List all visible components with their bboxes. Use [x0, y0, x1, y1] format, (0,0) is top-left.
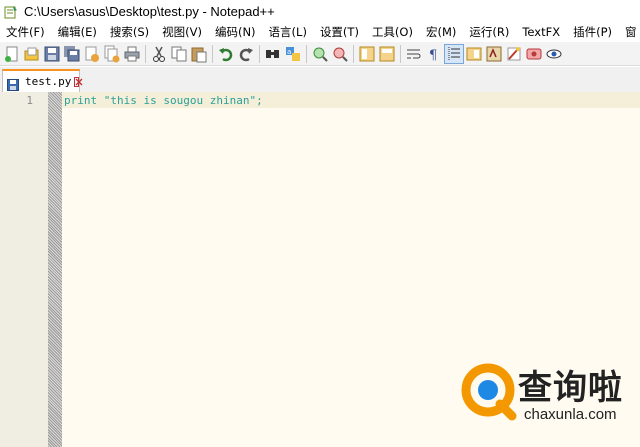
- code-keyword: print: [64, 94, 98, 107]
- sync-horizontal-icon[interactable]: [378, 45, 396, 63]
- menu-window[interactable]: 窗: [619, 22, 640, 42]
- menu-textfx[interactable]: TextFX: [516, 22, 567, 42]
- close-icon[interactable]: [83, 45, 101, 63]
- undo-icon[interactable]: [217, 45, 235, 63]
- line-number: 1: [26, 94, 33, 107]
- doc-map-icon[interactable]: [465, 45, 483, 63]
- menu-language[interactable]: 语言(L): [263, 22, 314, 42]
- save-all-icon[interactable]: [63, 45, 81, 63]
- zoom-in-icon[interactable]: [311, 45, 329, 63]
- folder-workspace-icon[interactable]: [505, 45, 523, 63]
- menu-tools[interactable]: 工具(O): [366, 22, 420, 42]
- toolbar-separator: [212, 44, 213, 63]
- tab-test-py[interactable]: test.py: [2, 69, 83, 92]
- svg-text:¶: ¶: [429, 48, 437, 63]
- watermark: 查询啦 chaxunla.com: [458, 352, 628, 432]
- notepadpp-icon[interactable]: [4, 4, 18, 19]
- watermark-text: 查询啦: [518, 368, 623, 408]
- toolbar-separator: [259, 44, 260, 63]
- tab-bar: test.py: [0, 67, 640, 92]
- save-status-icon: [7, 76, 19, 91]
- replace-icon[interactable]: a: [284, 45, 302, 63]
- code-terminator: ;: [256, 94, 263, 107]
- function-list-icon[interactable]: [485, 45, 503, 63]
- new-file-icon[interactable]: [3, 45, 21, 63]
- title-bar: C:\Users\asus\Desktop\test.py - Notepad+…: [0, 0, 640, 22]
- print-icon[interactable]: [123, 45, 141, 63]
- fold-margin[interactable]: [48, 92, 62, 447]
- cut-icon[interactable]: [150, 45, 168, 63]
- menu-encoding[interactable]: 编码(N): [209, 22, 263, 42]
- toolbar-separator: [145, 44, 146, 63]
- redo-icon[interactable]: [237, 45, 255, 63]
- indent-guide-icon[interactable]: [444, 43, 464, 64]
- toolbar-separator: [353, 44, 354, 63]
- find-icon[interactable]: [264, 45, 282, 63]
- toolbar-separator: [400, 44, 401, 63]
- show-all-chars-icon[interactable]: ¶: [425, 45, 443, 63]
- toolbar-separator: [306, 44, 307, 63]
- line-number-gutter: [0, 92, 48, 447]
- code-string: "this is sougou zhinan": [103, 94, 257, 107]
- tab-label: test.py: [25, 75, 72, 88]
- menu-edit[interactable]: 编辑(E): [52, 22, 104, 42]
- svg-text:a: a: [287, 48, 291, 56]
- menu-run[interactable]: 运行(R): [463, 22, 516, 42]
- macro-record-icon[interactable]: [525, 45, 543, 63]
- paste-icon[interactable]: [190, 45, 208, 63]
- toolbar: a ¶: [0, 42, 640, 66]
- menu-macro[interactable]: 宏(M): [420, 22, 463, 42]
- window-title: C:\Users\asus\Desktop\test.py - Notepad+…: [24, 3, 275, 19]
- menu-file[interactable]: 文件(F): [0, 22, 52, 42]
- menu-settings[interactable]: 设置(T): [314, 22, 366, 42]
- close-all-icon[interactable]: [103, 45, 121, 63]
- code-line[interactable]: print "this is sougou zhinan";: [64, 94, 263, 107]
- tab-close-icon[interactable]: [74, 76, 83, 87]
- menu-view[interactable]: 视图(V): [156, 22, 209, 42]
- word-wrap-icon[interactable]: [405, 45, 423, 63]
- zoom-out-icon[interactable]: [331, 45, 349, 63]
- menu-bar: 文件(F) 编辑(E) 搜索(S) 视图(V) 编码(N) 语言(L) 设置(T…: [0, 22, 640, 42]
- watermark-logo-icon: [460, 362, 520, 422]
- menu-search[interactable]: 搜索(S): [104, 22, 156, 42]
- save-icon[interactable]: [43, 45, 61, 63]
- watermark-url: chaxunla.com: [524, 406, 617, 423]
- open-file-icon[interactable]: [23, 45, 41, 63]
- copy-icon[interactable]: [170, 45, 188, 63]
- eye-icon[interactable]: [545, 45, 563, 63]
- menu-plugins[interactable]: 插件(P): [567, 22, 619, 42]
- sync-vertical-icon[interactable]: [358, 45, 376, 63]
